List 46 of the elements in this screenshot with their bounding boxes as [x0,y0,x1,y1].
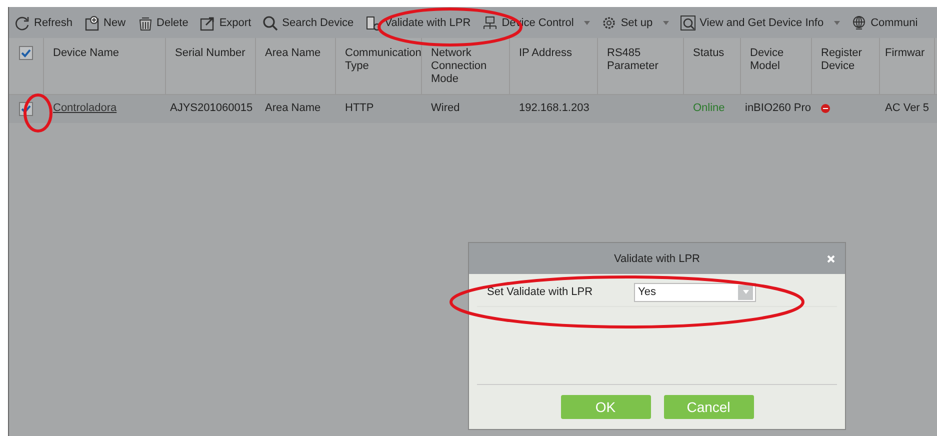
table-cell: Online [693,102,725,114]
highlight-ellipse [23,93,53,133]
close-icon[interactable] [826,254,836,264]
dialog-title: Validate with LPR [614,252,700,264]
toolbar-button[interactable]: View and Get Device Info [678,10,842,34]
network-icon [482,14,498,30]
toolbar-button[interactable]: Refresh [12,10,75,34]
search-icon [680,14,696,30]
toolbar-button[interactable]: Delete [134,10,190,34]
toolbar-button[interactable]: New [82,10,128,34]
column-header[interactable]: IP Address [510,38,598,94]
field-label: Set Validate with LPR [486,286,594,298]
dropdown-field[interactable]: Yes [634,282,756,302]
column-header[interactable]: Firmwar [880,38,935,94]
column-header[interactable]: Network Connection Mode [422,38,510,94]
checkbox[interactable] [19,46,33,60]
search-icon [262,14,278,30]
toolbar-button[interactable]: Communi [848,10,920,34]
column-header[interactable]: Communication Type [336,38,422,94]
table-cell: 192.168.1.203 [519,102,590,114]
column-header[interactable]: Device Model [741,38,812,94]
globe-icon [850,14,867,30]
column-header[interactable]: RS485 Parameter [598,38,684,94]
new-icon [84,14,100,30]
table-cell: inBIO260 Pro [745,102,812,114]
toolbar-button[interactable]: Export [197,10,254,34]
export-icon [199,14,216,30]
trash-icon [136,14,153,30]
column-header[interactable]: Register Device [812,38,880,94]
device-gear-icon [364,14,381,30]
table-cell: Wired [431,102,460,114]
column-header[interactable]: Area Name [256,38,336,94]
table-cell: Area Name [265,102,321,114]
column-header[interactable]: Status [684,38,741,94]
toolbar-button[interactable]: Validate with LPR [362,10,473,34]
refresh-icon [14,14,30,30]
toolbar-button[interactable]: Search Device [260,10,356,34]
column-header[interactable]: Device Name [44,38,166,94]
table-cell: AC Ver 5 [885,102,930,114]
toolbar-button[interactable]: Set up [598,10,671,34]
caret-icon[interactable] [738,284,753,300]
column-header[interactable]: Serial Number [166,38,256,94]
table-cell: AJYS201060015 [170,102,253,114]
settings-icon [600,14,617,30]
table-cell: HTTP [345,102,374,114]
device-link[interactable]: Controladora [53,102,117,114]
